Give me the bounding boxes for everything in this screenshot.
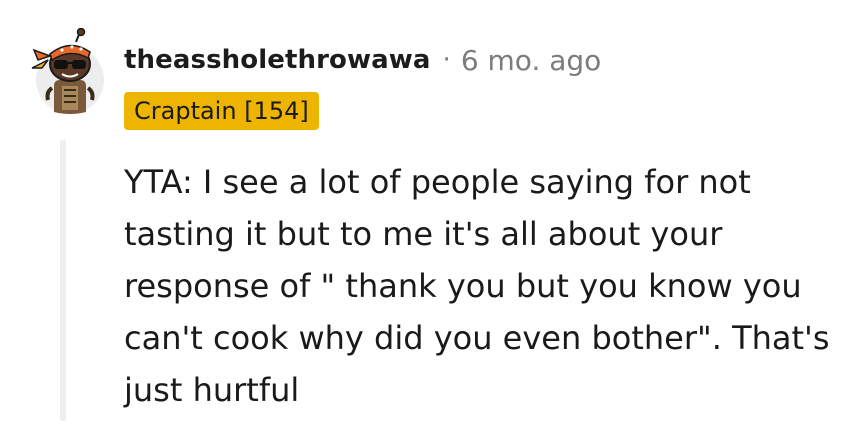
comment: theassholethrowawa · 6 mo. ago Craptain … — [0, 0, 850, 421]
comment-meta: theassholethrowawa · 6 mo. ago — [124, 40, 601, 80]
comment-timestamp[interactable]: 6 mo. ago — [461, 44, 602, 77]
user-flair-badge: Craptain [154] — [124, 92, 319, 130]
username-link[interactable]: theassholethrowawa — [124, 45, 431, 75]
thread-line[interactable] — [60, 140, 66, 421]
comment-body: YTA: I see a lot of people saying for no… — [124, 163, 830, 409]
user-avatar-icon[interactable] — [24, 27, 104, 116]
meta-separator: · — [442, 45, 451, 75]
